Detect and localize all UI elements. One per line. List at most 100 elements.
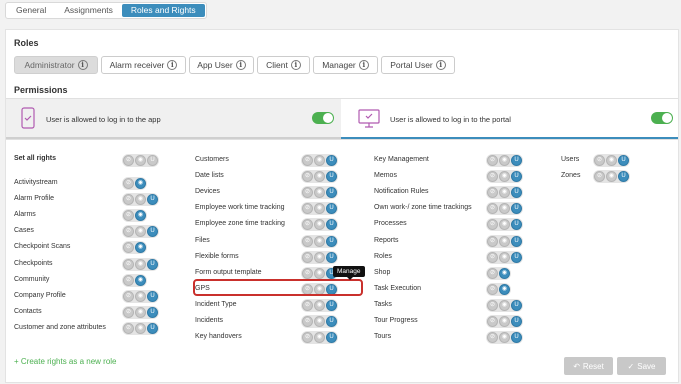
none-right-button[interactable]: ⊘ [123, 242, 134, 254]
view-right-button[interactable]: ◉ [314, 316, 325, 327]
none-right-button[interactable]: ⊘ [123, 306, 134, 318]
none-right-button[interactable]: ⊘ [302, 316, 313, 327]
none-right-button[interactable]: ⊘ [123, 226, 134, 238]
manage-right-button[interactable]: U [326, 235, 337, 247]
view-right-button[interactable]: ◉ [499, 219, 510, 231]
none-right-button[interactable]: ⊘ [302, 299, 313, 311]
view-right-button[interactable]: ◉ [499, 251, 510, 263]
none-right-button[interactable]: ⊘ [487, 219, 498, 231]
view-right-button[interactable]: ◉ [135, 178, 146, 189]
view-right-button[interactable]: ◉ [314, 235, 325, 247]
none-right-button[interactable]: ⊘ [302, 235, 313, 247]
none-right-button[interactable]: ⊘ [487, 155, 498, 166]
no-access-button[interactable]: ⊘ [123, 155, 134, 166]
tab-roles-and-rights[interactable]: Roles and Rights [121, 4, 205, 17]
manage-right-button[interactable]: U [511, 203, 522, 215]
manage-right-button[interactable]: U [511, 171, 522, 183]
view-right-button[interactable]: ◉ [314, 155, 325, 166]
manage-right-button[interactable]: U [618, 155, 629, 166]
view-right-button[interactable]: ◉ [314, 332, 325, 344]
none-right-button[interactable]: ⊘ [123, 322, 134, 334]
none-right-button[interactable]: ⊘ [487, 187, 498, 199]
manage-right-button[interactable]: U [326, 299, 337, 311]
none-right-button[interactable]: ⊘ [123, 178, 134, 189]
none-right-button[interactable]: ⊘ [487, 299, 498, 311]
manage-right-button[interactable]: U [147, 290, 158, 302]
view-right-button[interactable]: ◉ [499, 171, 510, 183]
none-right-button[interactable]: ⊘ [123, 210, 134, 222]
none-right-button[interactable]: ⊘ [302, 203, 313, 215]
view-right-button[interactable]: ◉ [135, 306, 146, 318]
none-right-button[interactable]: ⊘ [123, 194, 134, 206]
none-right-button[interactable]: ⊘ [302, 332, 313, 344]
none-right-button[interactable]: ⊘ [123, 290, 134, 302]
manage-right-button[interactable]: U [147, 322, 158, 334]
view-right-button[interactable]: ◉ [314, 267, 325, 279]
none-right-button[interactable]: ⊘ [487, 316, 498, 327]
manage-right-button[interactable]: U [326, 332, 337, 344]
manage-right-button[interactable]: U [326, 203, 337, 215]
view-right-button[interactable]: ◉ [499, 267, 510, 279]
portal-login-toggle[interactable] [651, 112, 673, 124]
info-icon[interactable]: i [167, 60, 178, 70]
view-right-button[interactable]: ◉ [499, 332, 510, 344]
info-icon[interactable]: i [290, 60, 301, 70]
manage-right-button[interactable]: U [511, 316, 522, 327]
reset-button[interactable]: ↶ Reset [564, 357, 613, 375]
view-right-button[interactable]: ◉ [499, 299, 510, 311]
view-right-button[interactable]: ◉ [135, 226, 146, 238]
view-right-button[interactable]: ◉ [314, 251, 325, 263]
none-right-button[interactable]: ⊘ [302, 171, 313, 183]
save-button[interactable]: ✓ Save [617, 357, 666, 375]
manage-button[interactable]: U [147, 155, 158, 166]
role-portal-user-button[interactable]: Portal User i [381, 56, 455, 74]
view-right-button[interactable]: ◉ [499, 283, 510, 295]
none-right-button[interactable]: ⊘ [302, 219, 313, 231]
view-right-button[interactable]: ◉ [135, 194, 146, 206]
none-right-button[interactable]: ⊘ [123, 274, 134, 286]
view-right-button[interactable]: ◉ [135, 242, 146, 254]
manage-right-button[interactable]: U [326, 316, 337, 327]
manage-right-button[interactable]: U [326, 155, 337, 166]
none-right-button[interactable]: ⊘ [302, 155, 313, 166]
view-right-button[interactable]: ◉ [135, 274, 146, 286]
none-right-button[interactable]: ⊘ [487, 251, 498, 263]
none-right-button[interactable]: ⊘ [302, 267, 313, 279]
view-right-button[interactable]: ◉ [499, 187, 510, 199]
tab-assignments[interactable]: Assignments [55, 4, 122, 17]
app-login-tab[interactable]: User is allowed to log in to the app [6, 99, 341, 139]
manage-right-button[interactable]: U [511, 187, 522, 199]
view-right-button[interactable]: ◉ [499, 316, 510, 327]
manage-right-button[interactable]: U [326, 171, 337, 183]
manage-right-button[interactable]: U [326, 187, 337, 199]
manage-right-button[interactable]: U [618, 171, 629, 183]
tab-general[interactable]: General [7, 4, 55, 17]
create-role-link[interactable]: + Create rights as a new role [14, 357, 117, 366]
view-right-button[interactable]: ◉ [499, 155, 510, 166]
none-right-button[interactable]: ⊘ [487, 332, 498, 344]
view-right-button[interactable]: ◉ [135, 290, 146, 302]
none-right-button[interactable]: ⊘ [487, 267, 498, 279]
manage-right-button[interactable]: U [147, 226, 158, 238]
manage-right-button[interactable]: U [511, 155, 522, 166]
view-right-button[interactable]: ◉ [314, 171, 325, 183]
none-right-button[interactable]: ⊘ [302, 251, 313, 263]
none-right-button[interactable]: ⊘ [123, 258, 134, 270]
info-icon[interactable]: i [358, 60, 369, 70]
manage-right-button[interactable]: U [511, 299, 522, 311]
info-icon[interactable]: i [235, 60, 246, 70]
manage-right-button[interactable]: U [326, 219, 337, 231]
none-right-button[interactable]: ⊘ [487, 171, 498, 183]
role-administrator-button[interactable]: Administrator i [14, 56, 98, 74]
role-app-user-button[interactable]: App User i [189, 56, 254, 74]
role-alarm-receiver-button[interactable]: Alarm receiver i [101, 56, 186, 74]
manage-right-button[interactable]: U [511, 219, 522, 231]
view-right-button[interactable]: ◉ [314, 187, 325, 199]
view-right-button[interactable]: ◉ [499, 203, 510, 215]
view-right-button[interactable]: ◉ [135, 258, 146, 270]
view-button[interactable]: ◉ [135, 155, 146, 166]
view-right-button[interactable]: ◉ [314, 219, 325, 231]
view-right-button[interactable]: ◉ [314, 299, 325, 311]
view-right-button[interactable]: ◉ [606, 155, 617, 166]
portal-login-tab[interactable]: User is allowed to log in to the portal [341, 99, 678, 139]
